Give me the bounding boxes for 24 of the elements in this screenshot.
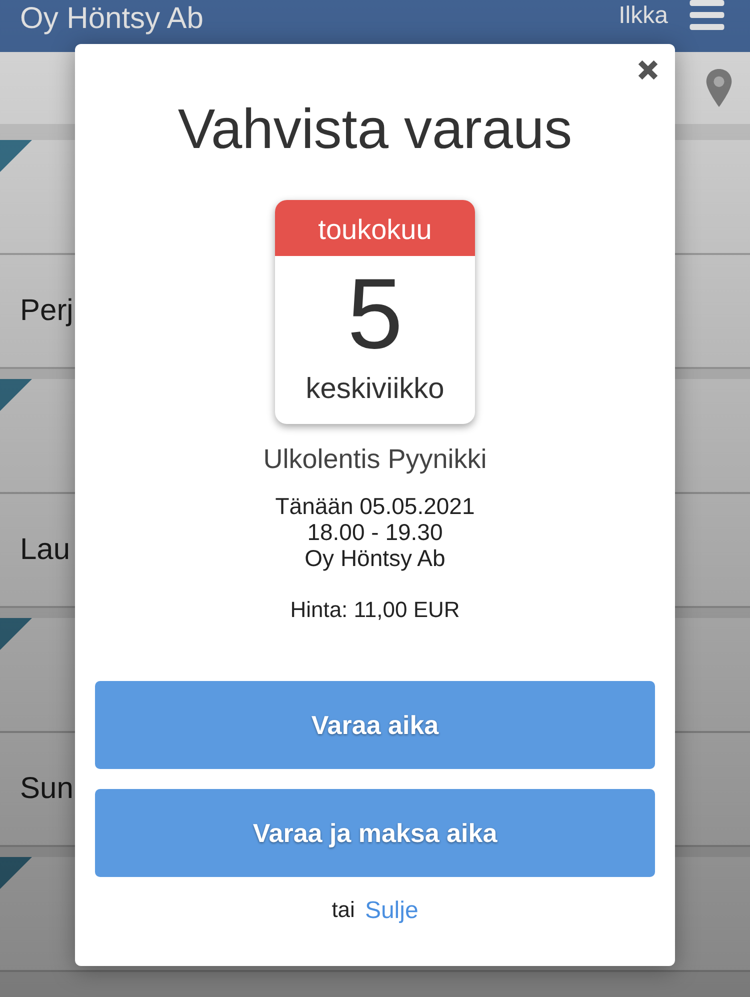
- day-label: Sun: [20, 772, 74, 806]
- or-text: tai: [332, 897, 355, 924]
- close-icon[interactable]: [637, 59, 659, 81]
- book-button[interactable]: Varaa aika: [95, 681, 655, 769]
- booking-detail: 18.00 - 19.30: [306, 519, 444, 545]
- price-text: Hinta: 11,00 EUR: [290, 597, 460, 623]
- slot-corner-icon: [0, 379, 32, 411]
- app-title: Oy Höntsy Ab: [20, 1, 204, 37]
- location-pin-icon[interactable]: [706, 69, 732, 107]
- booking-detail: Oy Höntsy Ab: [304, 545, 446, 571]
- day-label: Lau: [20, 533, 70, 567]
- booking-detail: Tänään 05.05.2021: [275, 493, 475, 519]
- venue-name: Ulkolentis Pyynikki: [263, 444, 487, 475]
- calendar-day: 5: [347, 256, 403, 372]
- slot-corner-icon: [0, 857, 32, 889]
- slot-corner-icon: [0, 618, 32, 650]
- calendar-weekday: keskiviikko: [306, 372, 444, 406]
- slot-corner-icon: [0, 140, 32, 172]
- day-label: Perj: [20, 294, 74, 328]
- user-name[interactable]: Ilkka: [618, 2, 668, 30]
- book-button[interactable]: Varaa ja maksa aika: [95, 789, 655, 877]
- calendar-month: toukokuu: [275, 200, 475, 256]
- close-link[interactable]: Sulje: [364, 897, 418, 925]
- dialog-title: Vahvista varaus: [178, 96, 572, 162]
